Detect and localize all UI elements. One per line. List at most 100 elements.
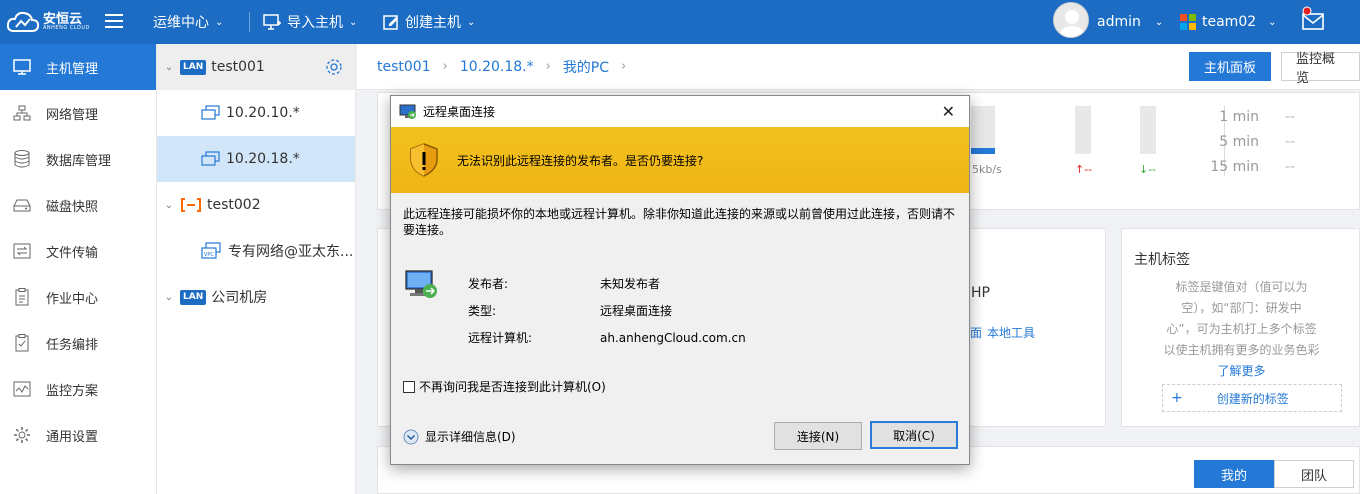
- sidebar-item-label: 通用设置: [46, 429, 99, 445]
- create-host-menu[interactable]: 创建主机 ⌄: [383, 0, 475, 44]
- load-value: --: [1285, 159, 1296, 175]
- sidebar-item-general-settings[interactable]: 通用设置: [0, 412, 156, 458]
- tags-desc-line: 标签是键值对（值可以为: [1175, 280, 1308, 294]
- dialog-title: 远程桌面连接: [423, 105, 496, 119]
- team-name: team02: [1202, 14, 1257, 30]
- cancel-button[interactable]: 取消(C): [870, 421, 958, 449]
- create-host-label: 创建主机: [405, 15, 461, 31]
- dialog-titlebar: 远程桌面连接 ✕: [391, 96, 969, 127]
- download-bar: [1140, 106, 1156, 154]
- warning-text: 无法识别此远程连接的发布者。是否仍要连接?: [457, 153, 704, 168]
- tree-node-subnet-18[interactable]: 10.20.18.*: [157, 136, 355, 182]
- expand-down-icon: [403, 429, 419, 444]
- checkbox[interactable]: [403, 380, 415, 393]
- tab-mine[interactable]: 我的: [1194, 460, 1274, 488]
- tags-title: 主机标签: [1134, 252, 1190, 268]
- sidebar-item-label: 作业中心: [46, 291, 99, 307]
- show-details-toggle[interactable]: 显示详细信息(D): [403, 428, 516, 445]
- tags-desc-line: 空），如“部门：研发中: [1181, 301, 1302, 315]
- host-info-text: HP: [971, 285, 990, 301]
- sidebar-item-network[interactable]: 网络管理: [0, 90, 156, 136]
- ops-center-menu[interactable]: 运维中心 ⌄: [153, 0, 223, 44]
- upload-value: ↑--: [1075, 163, 1093, 176]
- vpc-icon: VPC: [201, 242, 221, 259]
- messages-button[interactable]: [1300, 6, 1326, 32]
- team-menu[interactable]: team02 ⌄: [1180, 0, 1277, 44]
- show-details-label: 显示详细信息(D): [425, 430, 516, 444]
- chart-icon: [12, 379, 32, 399]
- chevron-right-icon: ›: [442, 59, 448, 74]
- remote-computer-value: ah.anhengCloud.com.cn: [600, 331, 746, 345]
- ops-center-label: 运维中心: [153, 15, 209, 31]
- learn-more-link[interactable]: 了解更多: [1134, 361, 1349, 382]
- sidebar-item-task-orchestration[interactable]: 任务编排: [0, 320, 156, 366]
- clipboard-icon: [12, 287, 32, 307]
- sidebar-item-job-center[interactable]: 作业中心: [0, 274, 156, 320]
- tree-node-test001[interactable]: ⌄ LAN test001: [157, 44, 355, 90]
- tab-monitor-overview[interactable]: 监控概览: [1281, 52, 1360, 86]
- sidebar-item-monitoring[interactable]: 监控方案: [0, 366, 156, 412]
- tab-team[interactable]: 团队: [1274, 460, 1354, 488]
- dont-ask-checkbox[interactable]: 不再询问我是否连接到此计算机(O): [403, 378, 606, 395]
- menu-toggle-icon[interactable]: [105, 13, 123, 29]
- breadcrumb-item[interactable]: 10.20.18.*: [460, 59, 534, 75]
- logo[interactable]: 安恒云 ANHENG CLOUD: [0, 0, 90, 44]
- top-bar: 安恒云 ANHENG CLOUD 运维中心 ⌄ 导入主机 ⌄ 创建主机 ⌄ admin ⌄…: [0, 0, 1360, 44]
- sidebar-item-label: 数据库管理: [46, 153, 112, 169]
- sidebar-item-database[interactable]: 数据库管理: [0, 136, 156, 182]
- load-label: 15 min: [1210, 159, 1259, 175]
- tags-description: 标签是键值对（值可以为 空），如“部门：研发中 心”，可为主机打上多个标签 以使…: [1134, 277, 1349, 382]
- gear-icon: [12, 425, 32, 445]
- field-label: 类型:: [468, 304, 497, 318]
- sidebar-item-label: 监控方案: [46, 383, 99, 399]
- import-host-label: 导入主机: [287, 15, 343, 31]
- user-menu[interactable]: admin ⌄: [1097, 0, 1163, 44]
- load-average: 1 min -- 5 min -- 15 min --: [1198, 105, 1348, 180]
- risk-message-line: 此远程连接可能损坏你的本地或远程计算机。除非你知道此连接的来源或以前曾使用过此连…: [403, 207, 956, 221]
- tree-node-vpc[interactable]: VPC 专有网络@亚太东...: [157, 228, 355, 274]
- chevron-down-icon: ⌄: [164, 61, 174, 73]
- connection-labels: 发布者: 类型: 远程计算机:: [468, 271, 532, 352]
- chevron-down-icon: ⌄: [349, 16, 358, 28]
- chevron-down-icon: ⌄: [1154, 16, 1164, 28]
- load-label: 5 min: [1219, 134, 1259, 150]
- remote-desktop-icon: [399, 104, 416, 119]
- tags-desc-line: 以使主机拥有更多的业务色彩: [1163, 343, 1320, 357]
- windows-logo-icon: [1180, 14, 1196, 30]
- chevron-down-icon: ⌄: [467, 16, 476, 28]
- create-tag-button[interactable]: + 创建新的标签: [1162, 384, 1342, 412]
- connect-button[interactable]: 连接(N): [774, 422, 862, 450]
- security-shield-icon: [410, 143, 438, 177]
- close-icon[interactable]: ✕: [942, 102, 955, 121]
- load-label: 1 min: [1219, 109, 1259, 125]
- local-tools-link[interactable]: 本地工具: [987, 324, 1035, 341]
- breadcrumb-item[interactable]: test001: [377, 59, 431, 75]
- sidebar-item-file-transfer[interactable]: 文件传输: [0, 228, 156, 274]
- tab-host-panel[interactable]: 主机面板: [1189, 52, 1272, 81]
- connection-values: 未知发布者 远程桌面连接 ah.anhengCloud.com.cn: [600, 271, 746, 352]
- subnet-icon: [201, 151, 220, 166]
- avatar[interactable]: [1053, 2, 1089, 38]
- monitor-add-icon: [263, 14, 281, 30]
- tree-node-test002[interactable]: ⌄ test002: [157, 182, 355, 228]
- remote-desktop-dialog: 远程桌面连接 ✕ 无法识别此远程连接的发布者。是否仍要连接? 此远程连接可能损坏…: [390, 95, 970, 465]
- tree-node-company-room[interactable]: ⌄ LAN 公司机房: [157, 274, 355, 320]
- import-host-menu[interactable]: 导入主机 ⌄: [263, 0, 357, 44]
- sidebar-item-host-management[interactable]: 主机管理: [0, 44, 156, 90]
- breadcrumb-item[interactable]: 我的PC: [563, 57, 609, 77]
- sidebar-item-disk-snapshot[interactable]: 磁盘快照: [0, 182, 156, 228]
- create-tag-label: 创建新的标签: [1216, 391, 1289, 406]
- panel-link[interactable]: 面: [970, 324, 982, 341]
- upload-bar: [1075, 106, 1091, 154]
- monitor-icon: [12, 57, 32, 77]
- checkbox-label: 不再询问我是否连接到此计算机(O): [419, 380, 606, 394]
- tree-node-subnet-10[interactable]: 10.20.10.*: [157, 90, 355, 136]
- sidebar-item-label: 磁盘快照: [46, 199, 99, 215]
- divider: [249, 12, 250, 32]
- user-avatar-icon: [1058, 10, 1086, 37]
- mail-icon: [1302, 6, 1324, 30]
- settings-gear-icon[interactable]: [325, 58, 343, 76]
- field-label: 发布者:: [468, 277, 509, 291]
- sidebar-item-label: 网络管理: [46, 107, 99, 123]
- lan-badge: LAN: [180, 289, 207, 305]
